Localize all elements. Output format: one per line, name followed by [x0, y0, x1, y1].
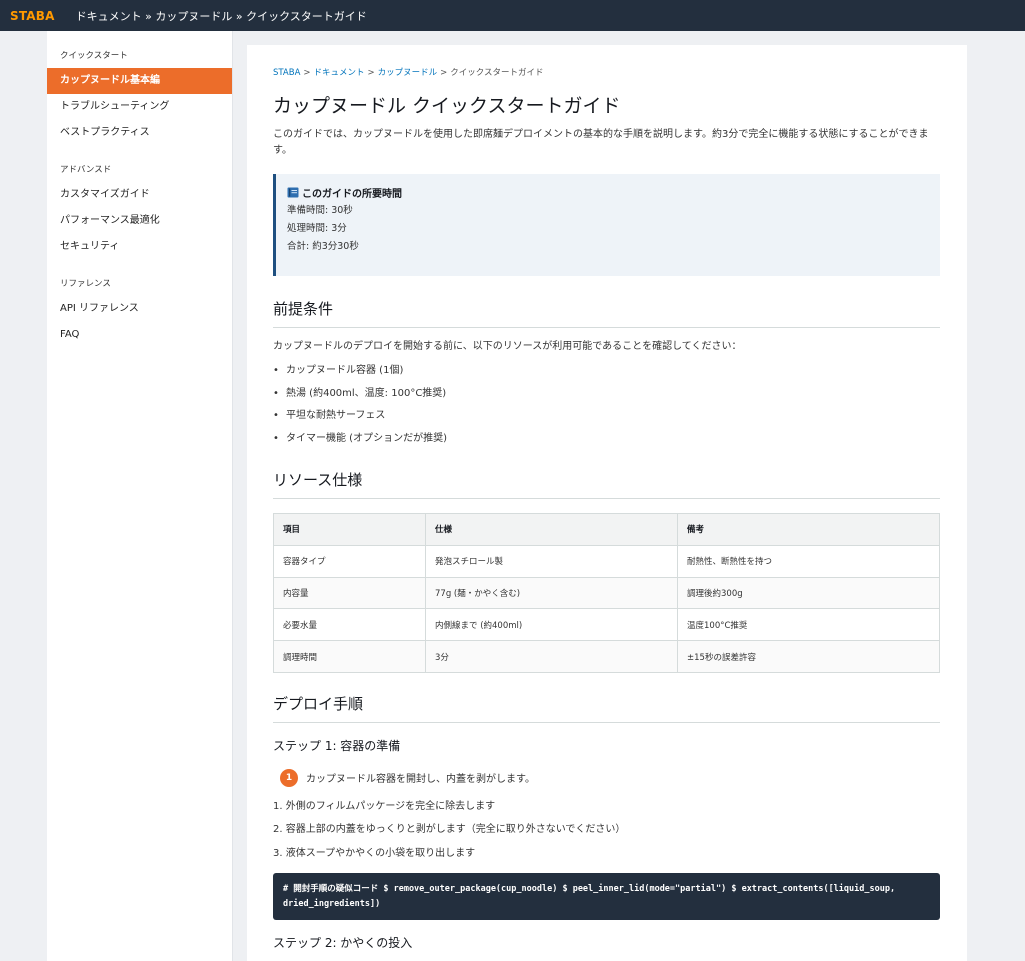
sidebar-item-security[interactable]: セキュリティ: [47, 234, 232, 260]
sidebar-heading: アドバンスド: [60, 165, 112, 175]
sidebar-section-quickstart: クイックスタート カップヌードル基本編 トラブルシューティング ベストプラクティ…: [47, 50, 232, 146]
breadcrumb: STABA > ドキュメント > カップヌードル > クイックスタートガイド: [273, 66, 940, 78]
table-cell: 耐熱性、断熱性を持つ: [677, 544, 940, 578]
breadcrumb-separator: >: [303, 68, 311, 78]
callout-title: このガイドの所要時間: [302, 189, 402, 200]
step-1-summary-row: 1 カップヌードル容器を開封し、内蓋を剥がします。: [273, 768, 940, 787]
step-1-summary: カップヌードル容器を開封し、内蓋を剥がします。: [306, 774, 535, 786]
sidebar: クイックスタート カップヌードル基本編 トラブルシューティング ベストプラクティ…: [47, 31, 233, 961]
table-cell: 内側線まで (約400ml): [425, 608, 678, 642]
sidebar-section-reference: リファレンス API リファレンス FAQ: [47, 278, 232, 348]
list-item: 平坦な耐熱サーフェス: [273, 405, 940, 428]
table-cell: 77g (麺・かやく含む): [425, 576, 678, 610]
list-item: 熱湯 (約400ml、温度: 100°C推奨): [273, 383, 940, 406]
sidebar-heading: クイックスタート: [60, 51, 128, 61]
table-row: 容器タイプ 発泡スチロール製 耐熱性、断熱性を持つ: [273, 544, 940, 578]
list-item: 1. 外側のフィルムパッケージを完全に除去します: [273, 800, 496, 812]
table-header-row: 項目 仕様 備考: [273, 513, 940, 546]
page-title: カップヌードル クイックスタートガイド: [273, 95, 621, 117]
table-cell: 3分: [425, 640, 678, 673]
code-block: # 開封手順の疑似コード $ remove_outer_package(cup_…: [273, 873, 940, 921]
prerequisites-heading: 前提条件: [273, 298, 940, 328]
list-item: カップヌードル容器 (1個): [273, 360, 940, 383]
breadcrumb-link-cup-noodle[interactable]: カップヌードル: [378, 68, 438, 78]
column-header: 備考: [677, 513, 940, 546]
breadcrumb-separator: >: [440, 68, 448, 78]
table-cell: 必要水量: [273, 608, 426, 642]
prerequisites-text: カップヌードルのデプロイを開始する前に、以下のリソースが利用可能であることを確認…: [273, 341, 742, 352]
specs-table: 項目 仕様 備考 容器タイプ 発泡スチロール製 耐熱性、断熱性を持つ 内容量 7…: [273, 513, 940, 673]
table-cell: 調理時間: [273, 640, 426, 673]
sidebar-heading: リファレンス: [60, 279, 111, 289]
callout-process-time: 処理時間: 3分: [287, 223, 347, 234]
callout-total-time: 合計: 約3分30秒: [287, 241, 359, 252]
callout-title-row: このガイドの所要時間: [287, 185, 928, 200]
sidebar-section-advanced: アドバンスド カスタマイズガイド パフォーマンス最適化 セキュリティ: [47, 164, 232, 260]
column-header: 仕様: [425, 513, 678, 546]
table-cell: 容器タイプ: [273, 544, 426, 578]
sidebar-item-faq[interactable]: FAQ: [47, 322, 232, 348]
sidebar-item-performance[interactable]: パフォーマンス最適化: [47, 208, 232, 234]
sidebar-item-best-practices[interactable]: ベストプラクティス: [47, 120, 232, 146]
prerequisites-list: カップヌードル容器 (1個) 熱湯 (約400ml、温度: 100°C推奨) 平…: [273, 360, 940, 450]
list-item: タイマー機能 (オプションだが推奨): [273, 428, 940, 451]
deploy-heading: デプロイ手順: [273, 693, 940, 723]
specs-heading: リソース仕様: [273, 469, 940, 499]
list-item: 2. 容器上部の内蓋をゆっくりと剥がします（完全に取り外さないでください）: [273, 824, 626, 836]
breadcrumb-link-docs[interactable]: ドキュメント: [314, 68, 365, 78]
breadcrumb-separator: >: [367, 68, 375, 78]
main-content: STABA > ドキュメント > カップヌードル > クイックスタートガイド カップヌードル…: [247, 45, 967, 961]
book-icon: [287, 187, 299, 198]
column-header: 項目: [273, 513, 426, 546]
table-row: 内容量 77g (麺・かやく含む) 調理後約300g: [273, 576, 940, 610]
sidebar-item-api-reference[interactable]: API リファレンス: [47, 296, 232, 322]
breadcrumb-link-staba[interactable]: STABA: [273, 68, 300, 78]
list-item: 3. 液体スープやかやくの小袋を取り出します: [273, 847, 476, 859]
sidebar-item-troubleshooting[interactable]: トラブルシューティング: [47, 94, 232, 120]
callout-prep-time: 準備時間: 30秒: [287, 205, 353, 216]
intro-paragraph: このガイドでは、カップヌードルを使用した即席麺デプロイメントの基本的な手順を説明…: [273, 129, 929, 156]
table-row: 必要水量 内側線まで (約400ml) 温度100°C推奨: [273, 608, 940, 642]
table-row: 調理時間 3分 ±15秒の誤差許容: [273, 640, 940, 673]
step-1-title: ステップ 1: 容器の準備: [273, 738, 401, 753]
sidebar-item-cup-noodle-basics[interactable]: カップヌードル基本編: [47, 68, 232, 94]
time-callout: このガイドの所要時間 準備時間: 30秒 処理時間: 3分 合計: 約3分30秒: [273, 174, 940, 276]
staba-logo[interactable]: STABA: [10, 9, 55, 23]
step-1-substeps: 1. 外側のフィルムパッケージを完全に除去します 2. 容器上部の内蓋をゆっくり…: [273, 795, 940, 866]
sidebar-item-customize-guide[interactable]: カスタマイズガイド: [47, 182, 232, 208]
top-nav-bar: STABA ドキュメント » カップヌードル » クイックスタートガイド: [0, 0, 1025, 31]
table-cell: ±15秒の誤差許容: [677, 640, 940, 673]
table-cell: 調理後約300g: [677, 576, 940, 610]
step-number-badge: 1: [280, 768, 298, 787]
table-cell: 発泡スチロール製: [425, 544, 678, 578]
breadcrumb-current: クイックスタートガイド: [450, 68, 544, 78]
top-breadcrumb: ドキュメント » カップヌードル » クイックスタートガイド: [75, 9, 367, 23]
table-cell: 内容量: [273, 576, 426, 610]
step-2-title: ステップ 2: かやくの投入: [273, 936, 413, 951]
table-cell: 温度100°C推奨: [677, 608, 940, 642]
